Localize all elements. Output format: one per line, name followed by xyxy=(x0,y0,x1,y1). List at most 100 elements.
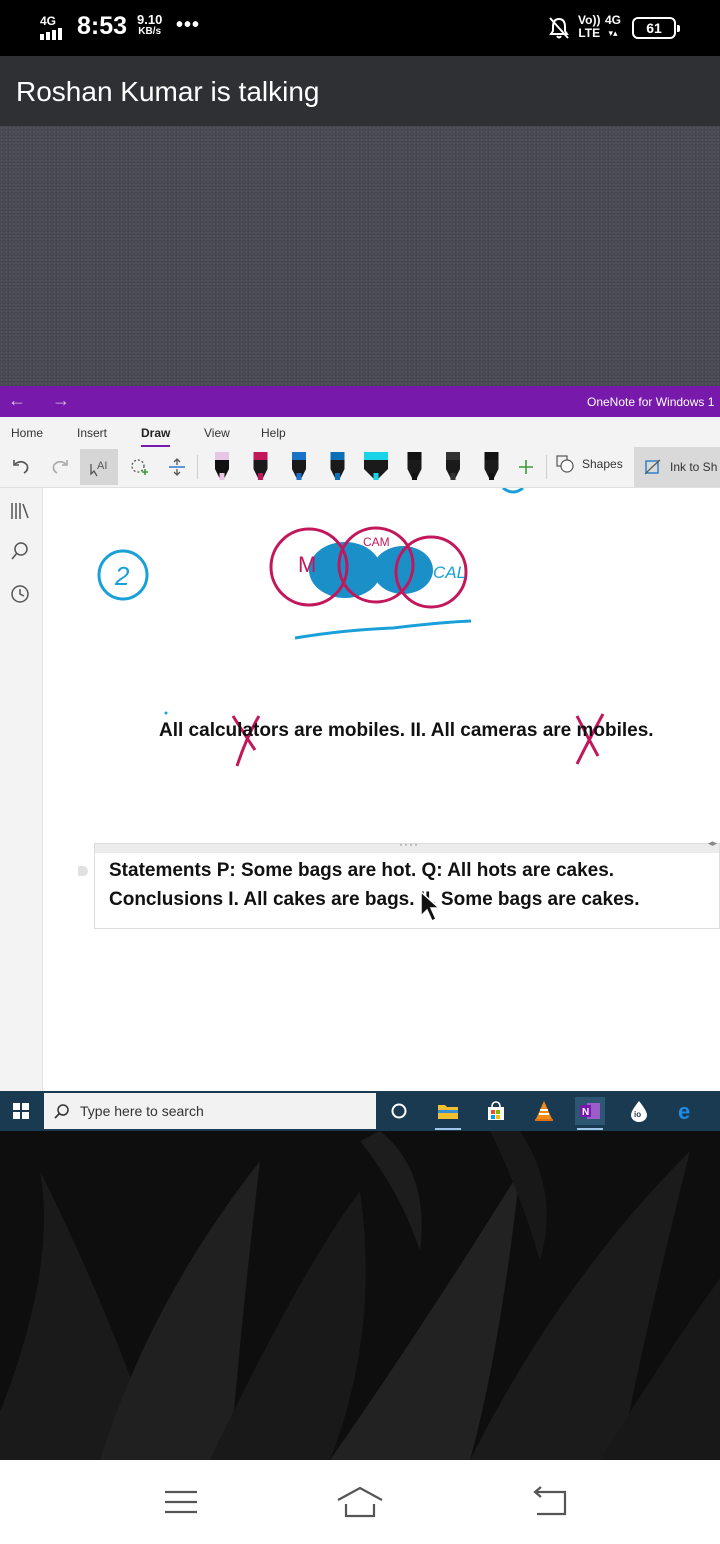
search-icon[interactable] xyxy=(9,540,31,562)
ink-to-shape-icon xyxy=(644,459,661,475)
menu-icon[interactable] xyxy=(156,1482,206,1522)
taskbar-search-box[interactable]: Type here to search xyxy=(44,1093,376,1129)
svg-text:e: e xyxy=(678,1100,690,1122)
back-icon[interactable] xyxy=(524,1482,574,1522)
tab-insert[interactable]: Insert xyxy=(77,426,107,440)
io-app-icon[interactable]: io xyxy=(624,1097,654,1125)
drag-handle-icon[interactable]: ···· xyxy=(399,837,419,851)
ink-to-shape-label: Ink to Sh xyxy=(670,460,718,474)
pen-4[interactable] xyxy=(330,452,345,480)
ink-label-m: M xyxy=(298,552,316,577)
android-navigation-bar xyxy=(0,1460,720,1544)
ink-underline xyxy=(294,619,472,640)
tab-home[interactable]: Home xyxy=(11,426,43,440)
svg-text:io: io xyxy=(634,1110,641,1119)
text-select-icon: AI xyxy=(90,460,107,477)
toolbar-separator xyxy=(546,455,547,479)
ink-to-shape-button[interactable]: Ink to Sh xyxy=(634,447,720,487)
video-area xyxy=(0,126,720,386)
speed-unit: KB/s xyxy=(138,26,162,37)
note-line-conclusions[interactable]: Conclusions I. All cakes are bags. II. S… xyxy=(109,889,639,911)
svg-text:N: N xyxy=(582,1107,589,1118)
notebooks-icon[interactable] xyxy=(9,500,31,522)
ink-stroke-top-fragment xyxy=(502,488,524,494)
signal-icon xyxy=(40,28,70,40)
start-button[interactable] xyxy=(0,1091,42,1131)
mute-bell-icon xyxy=(549,17,569,39)
search-placeholder: Type here to search xyxy=(80,1103,204,1119)
leaf-wallpaper-image xyxy=(0,1131,720,1460)
tab-help[interactable]: Help xyxy=(261,426,286,440)
network-type: 4G ▾▴ xyxy=(605,14,621,40)
ink-drawing-layer[interactable]: 2 M CAM CAL xyxy=(43,488,720,1091)
shapes-button[interactable]: Shapes xyxy=(556,455,623,473)
cortana-icon[interactable] xyxy=(384,1097,414,1125)
app-title: OneNote for Windows 1 xyxy=(587,395,715,409)
statement-text[interactable]: All calculators are mobiles. II. All cam… xyxy=(159,720,654,742)
volte-indicator: Vo)) LTE xyxy=(578,14,600,40)
pen-6[interactable] xyxy=(407,452,422,480)
page-canvas[interactable]: 2 M CAM CAL All calculators are mobiles.… xyxy=(43,488,720,1091)
shapes-label: Shapes xyxy=(582,457,623,471)
note-container-grip[interactable]: ···· ◂▸ xyxy=(95,837,719,853)
call-header: Roshan Kumar is talking xyxy=(0,56,720,126)
pen-1[interactable] xyxy=(215,452,229,480)
volte-bottom: LTE xyxy=(578,26,601,40)
back-arrow-icon[interactable]: ← xyxy=(8,390,26,411)
draw-toolbar: AI Shapes Ink to Sh xyxy=(0,447,720,488)
resize-arrows-icon[interactable]: ◂▸ xyxy=(708,838,717,849)
battery-indicator: 61 xyxy=(632,17,680,39)
tab-draw[interactable]: Draw xyxy=(141,426,171,448)
ribbon-tabs: Home Insert Draw View Help xyxy=(0,417,720,448)
network-type-label: 4G xyxy=(605,13,622,27)
add-space-icon[interactable] xyxy=(166,453,188,481)
undo-icon[interactable] xyxy=(10,453,32,481)
toolbar-separator xyxy=(197,455,198,479)
data-arrows-icon: ▾▴ xyxy=(608,28,618,38)
network-label: 4G xyxy=(40,14,57,28)
recent-clock-icon[interactable] xyxy=(9,583,31,605)
pen-2[interactable] xyxy=(253,452,268,480)
ink-label-cal: CAL xyxy=(433,563,466,582)
pen-5[interactable] xyxy=(364,452,388,480)
ink-dot xyxy=(164,711,168,715)
ink-overlap-left xyxy=(309,542,381,598)
vlc-icon[interactable] xyxy=(529,1097,559,1125)
store-icon[interactable] xyxy=(481,1097,511,1125)
pen-gallery xyxy=(215,452,499,480)
file-explorer-icon[interactable] xyxy=(433,1097,463,1130)
navigation-rail xyxy=(0,488,43,1091)
onenote-window: ← → OneNote for Windows 1 Home Insert Dr… xyxy=(0,386,720,1091)
redo-icon[interactable] xyxy=(49,453,71,481)
title-bar: ← → OneNote for Windows 1 xyxy=(0,386,720,417)
running-indicator xyxy=(435,1128,461,1130)
forward-arrow-icon[interactable]: → xyxy=(52,390,70,411)
running-indicator xyxy=(577,1128,603,1130)
pen-8[interactable] xyxy=(484,452,499,480)
call-status-title: Roshan Kumar is talking xyxy=(16,76,320,107)
ink-number: 2 xyxy=(114,561,130,591)
search-icon xyxy=(54,1104,69,1119)
shapes-icon xyxy=(556,455,574,473)
desktop-wallpaper xyxy=(0,1131,720,1460)
note-line-statements[interactable]: Statements P: Some bags are hot. Q: All … xyxy=(109,860,614,882)
clock: 8:53 xyxy=(77,12,128,40)
tab-view[interactable]: View xyxy=(204,426,230,440)
add-pen-icon[interactable] xyxy=(515,453,537,481)
windows-taskbar: Type here to search N io e xyxy=(0,1091,720,1131)
onenote-icon[interactable]: N xyxy=(575,1097,605,1130)
mouse-pointer-icon xyxy=(420,890,441,923)
svg-text:AI: AI xyxy=(97,460,107,472)
pen-3[interactable] xyxy=(292,452,306,480)
android-status-bar: 4G 8:53 9.10 KB/s ••• Vo)) LTE 4G ▾▴ 61 xyxy=(0,0,720,56)
home-icon[interactable] xyxy=(335,1482,385,1522)
paragraph-handle[interactable] xyxy=(78,866,88,876)
type-select-tool[interactable]: AI xyxy=(80,449,118,485)
pen-7[interactable] xyxy=(446,452,460,480)
lasso-select-icon[interactable] xyxy=(128,453,150,481)
windows-logo-icon xyxy=(13,1103,29,1119)
more-notifications: ••• xyxy=(176,14,201,36)
speed-value: 9.10 xyxy=(137,12,163,27)
edge-icon[interactable]: e xyxy=(672,1097,702,1125)
note-container[interactable]: ···· ◂▸ Statements P: Some bags are hot.… xyxy=(94,837,720,929)
